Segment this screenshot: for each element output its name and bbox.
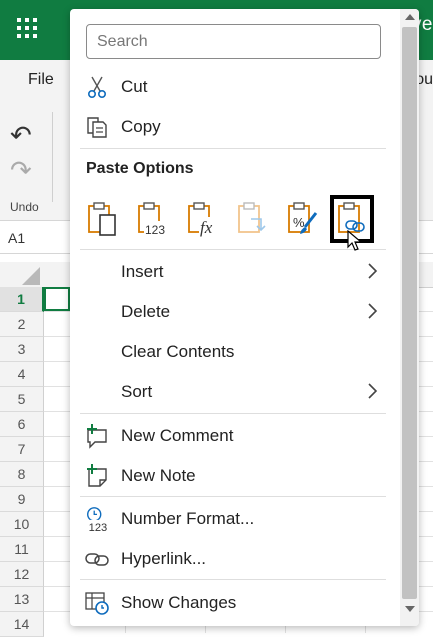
row-header[interactable]: 7: [0, 437, 44, 462]
menu-item-delete[interactable]: Delete: [70, 292, 400, 332]
name-box-value: A1: [8, 230, 26, 246]
menu-search-input[interactable]: [87, 25, 369, 58]
menu-item-copy[interactable]: Copy: [70, 107, 400, 147]
number-format-icon: 123: [84, 506, 110, 533]
row-header[interactable]: 4: [0, 362, 44, 387]
menu-item-clear-contents[interactable]: Clear Contents: [70, 332, 400, 372]
menu-separator: [80, 496, 386, 497]
row-header[interactable]: 8: [0, 462, 44, 487]
new-comment-icon: [84, 423, 110, 449]
tab-file[interactable]: File: [28, 71, 54, 89]
scroll-up-arrow-icon[interactable]: [405, 14, 415, 20]
scroll-thumb[interactable]: [402, 27, 417, 599]
menu-item-label: New Note: [121, 466, 196, 485]
ribbon-divider: [52, 112, 53, 202]
paste-transpose-icon: [238, 202, 266, 233]
paste-option-button[interactable]: fx: [180, 195, 224, 243]
menu-separator: [80, 413, 386, 414]
row-header[interactable]: 1: [0, 287, 44, 312]
menu-item-label: Delete: [121, 302, 171, 321]
menu-item-sort[interactable]: Sort: [70, 372, 400, 412]
menu-item-label: Insert: [121, 262, 164, 281]
active-cell[interactable]: [44, 287, 70, 311]
menu-item-label: Sort: [121, 382, 153, 401]
paste-options-title: Paste Options: [86, 160, 194, 177]
menu-item-label: Clear Contents: [121, 342, 235, 361]
undo-group-label: Undo: [10, 200, 39, 214]
paste-formatting-icon: %: [288, 202, 318, 234]
paste-option-button[interactable]: [230, 195, 274, 243]
new-note-icon: [84, 463, 110, 489]
paste-formatting-glyph: %: [293, 215, 305, 230]
paste-formulas-icon: fx: [188, 202, 219, 237]
menu-separator: [80, 579, 386, 580]
menu-item-show-changes[interactable]: Show Changes: [70, 583, 400, 623]
paste-option-button[interactable]: 123: [130, 195, 174, 243]
menu-item-number-format[interactable]: 123 Number Format...: [70, 499, 400, 539]
paste-values-glyph: 123: [145, 223, 165, 237]
chevron-right-icon: [368, 303, 378, 319]
mouse-pointer-icon: [347, 230, 363, 251]
paste-values-icon: 123: [138, 202, 168, 237]
menu-item-hyperlink[interactable]: Hyperlink...: [70, 539, 400, 579]
menu-item-cut[interactable]: Cut: [70, 67, 400, 107]
chevron-right-icon: [368, 383, 378, 399]
row-header[interactable]: 9: [0, 487, 44, 512]
row-header[interactable]: 6: [0, 412, 44, 437]
menu-scrollbar[interactable]: [400, 9, 419, 626]
scroll-down-arrow-icon[interactable]: [405, 606, 415, 612]
link-icon: [84, 546, 110, 572]
menu-search-box[interactable]: [86, 24, 381, 59]
paste-options-row: 123 fx %: [80, 195, 390, 245]
show-changes-icon: [84, 590, 110, 616]
copy-icon: [84, 114, 110, 140]
paste-option-button[interactable]: %: [280, 195, 324, 243]
menu-item-label: Cut: [121, 77, 148, 96]
number-format-glyph: 123: [89, 522, 108, 533]
app-launcher-icon[interactable]: [17, 18, 39, 40]
row-header[interactable]: 14: [0, 612, 44, 637]
row-header[interactable]: 3: [0, 337, 44, 362]
menu-item-label: Number Format...: [121, 509, 255, 528]
paste-icon: [88, 202, 116, 236]
undo-icon[interactable]: ↶: [10, 120, 32, 151]
chevron-right-icon: [368, 263, 378, 279]
menu-separator: [80, 148, 386, 149]
row-header[interactable]: 11: [0, 537, 44, 562]
menu-item-label: Show Changes: [121, 593, 237, 612]
menu-separator: [80, 249, 386, 250]
menu-item-label: Copy: [121, 117, 161, 136]
paste-formulas-glyph: fx: [200, 218, 213, 237]
redo-icon[interactable]: ↷: [10, 155, 32, 186]
row-header[interactable]: 10: [0, 512, 44, 537]
row-header[interactable]: 5: [0, 387, 44, 412]
row-header[interactable]: 2: [0, 312, 44, 337]
context-menu: Cut Copy Paste Options 123 fx % Insert: [70, 9, 419, 626]
menu-item-label: Hyperlink...: [121, 549, 207, 568]
menu-item-label: New Comment: [121, 426, 234, 445]
menu-item-insert[interactable]: Insert: [70, 252, 400, 292]
scissors-icon: [84, 74, 110, 100]
row-header[interactable]: 12: [0, 562, 44, 587]
select-all-corner[interactable]: [22, 267, 40, 285]
row-header[interactable]: 13: [0, 587, 44, 612]
menu-item-new-note[interactable]: New Note: [70, 456, 400, 496]
menu-item-new-comment[interactable]: New Comment: [70, 416, 400, 456]
paste-option-button[interactable]: [80, 195, 124, 243]
